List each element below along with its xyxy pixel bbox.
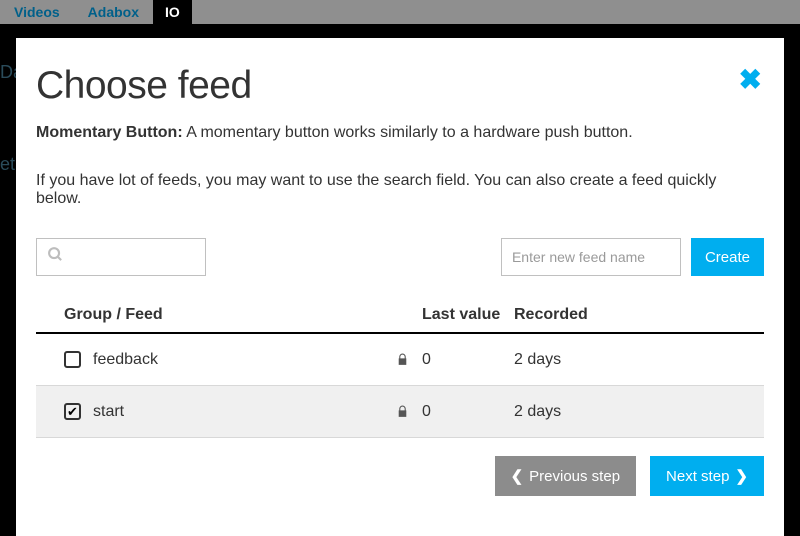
prev-label: Previous step [529,468,620,485]
last-value: 0 [422,351,514,369]
row-checkbox[interactable] [64,403,81,420]
table-header: Group / Feed Last value Recorded [36,298,764,334]
chevron-left-icon: ❮ [511,467,524,485]
col-header-group: Group / Feed [36,306,396,324]
controls-row: Create [36,238,764,276]
nav-io[interactable]: IO [153,0,192,24]
bg-text-et: et [0,154,15,175]
table-row[interactable]: start 0 2 days [36,386,764,438]
recorded-value: 2 days [514,403,764,421]
next-label: Next step [666,468,729,485]
lock-icon [396,352,422,367]
last-value: 0 [422,403,514,421]
create-feed-button[interactable]: Create [691,238,764,276]
choose-feed-modal: ✖ Choose feed Momentary Button: A moment… [16,38,784,536]
search-hint: If you have lot of feeds, you may want t… [36,172,764,208]
new-feed-input[interactable] [501,238,681,276]
block-type-name: Momentary Button: [36,124,183,141]
previous-step-button[interactable]: ❮ Previous step [495,456,636,496]
chevron-right-icon: ❯ [735,467,748,485]
new-feed-wrap: Create [501,238,764,276]
wizard-footer: ❮ Previous step Next step ❯ [36,438,764,496]
close-icon[interactable]: ✖ [739,66,762,94]
feeds-table: Group / Feed Last value Recorded feedbac… [36,298,764,438]
table-row[interactable]: feedback 0 2 days [36,334,764,386]
col-header-recorded: Recorded [514,306,764,324]
search-input[interactable] [37,239,205,275]
lock-icon [396,404,422,419]
nav-videos[interactable]: Videos [0,0,74,24]
recorded-value: 2 days [514,351,764,369]
modal-title: Choose feed [36,64,764,108]
nav-adabox[interactable]: Adabox [74,0,153,24]
block-type-description: Momentary Button: A momentary button wor… [36,124,764,142]
row-checkbox[interactable] [64,351,81,368]
col-header-last: Last value [422,306,514,324]
search-field-wrap [36,238,206,276]
feed-name: start [93,403,124,421]
feed-name: feedback [93,351,158,369]
top-nav: Videos Adabox IO [0,0,800,24]
next-step-button[interactable]: Next step ❯ [650,456,764,496]
block-type-text: A momentary button works similarly to a … [183,124,633,141]
